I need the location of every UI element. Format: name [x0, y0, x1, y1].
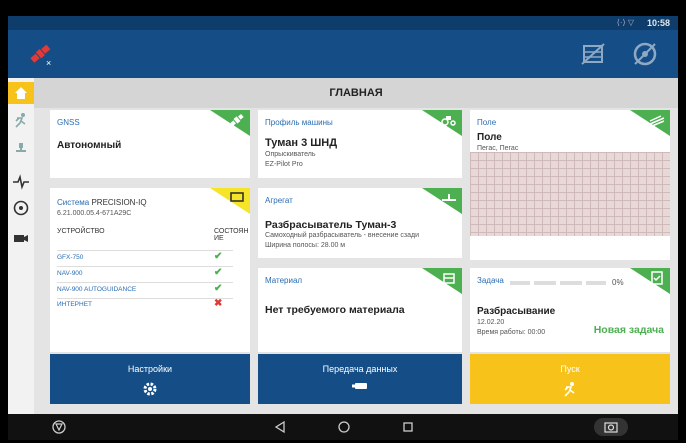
machine-name: Туман 3 ШНД [265, 137, 338, 149]
sidebar [8, 78, 34, 414]
implement-card[interactable]: Агрегат Разбрасыватель Туман-3 Самоходны… [258, 188, 462, 258]
settings-button[interactable]: Настройки [50, 354, 250, 404]
start-button[interactable]: Пуск [470, 354, 670, 404]
status-clock: 10:58 [646, 18, 670, 28]
sidebar-item-home[interactable] [8, 82, 34, 104]
back-icon[interactable] [274, 420, 286, 439]
page-title: ГЛАВНАЯ [34, 78, 678, 108]
system-title: Система [57, 198, 90, 207]
implement-width: Ширина полосы: 28.00 м [265, 242, 346, 249]
task-card[interactable]: Задача 0% Разбрасывание 12.02.20 Время р… [470, 268, 670, 352]
new-task-link[interactable]: Новая задача [594, 324, 664, 336]
field-disabled-icon[interactable] [580, 42, 606, 71]
gnss-status: Автономный [57, 140, 122, 151]
device-name[interactable]: NAV-900 [57, 270, 83, 277]
device-name[interactable]: NAV-900 AUTOGUIDANCE [57, 286, 136, 293]
machine-profile-card[interactable]: Профиль машины Туман 3 ШНД Опрыскиватель… [258, 110, 462, 178]
field-icon [649, 113, 665, 132]
task-progress-label: 0% [612, 278, 624, 287]
pulse-icon [13, 174, 29, 190]
device-name[interactable]: ИНТЕРНЕТ [57, 301, 92, 308]
task-work-time: Время работы: 00:00 [477, 329, 546, 336]
task-name: Разбрасывание [477, 306, 556, 317]
task-card-title: Задача [477, 276, 504, 285]
satellite-disconnected-icon[interactable]: × [26, 40, 56, 73]
divider [57, 298, 233, 299]
divider [57, 266, 233, 267]
col-device-header: УСТРОЙСТВО [57, 228, 105, 235]
task-progress-segment [510, 281, 530, 285]
implement-icon [441, 191, 457, 210]
device-state-ok-icon: ✔ [214, 283, 223, 294]
android-nav-bar [8, 414, 678, 440]
signal-indicator: ⟨·⟩ ▽ [616, 18, 634, 27]
field-card-title: Поле [477, 118, 497, 127]
usb-drive-icon [351, 381, 369, 393]
system-model: PRECISION-IQ [91, 198, 147, 207]
col-state-header: СОСТОЯН ИЕ [214, 228, 249, 242]
sidebar-item-gnss[interactable] [13, 140, 29, 156]
field-card[interactable]: Поле Поле Пегас, Пегас [470, 110, 670, 260]
gnss-card-title: GNSS [57, 118, 80, 127]
monitor-icon [229, 191, 245, 210]
sidebar-item-diagnostics[interactable] [13, 174, 29, 190]
sidebar-item-autosteer[interactable] [13, 200, 29, 216]
field-name: Поле [477, 132, 502, 143]
device-state-ok-icon: ✔ [214, 251, 223, 262]
gnss-card[interactable]: GNSS Автономный [50, 110, 250, 178]
satellite-icon [229, 113, 245, 132]
material-name: Нет требуемого материала [265, 304, 405, 316]
col-state-header-line1: СОСТОЯН [214, 228, 249, 235]
material-card-title: Материал [265, 276, 303, 285]
video-camera-icon [14, 235, 28, 242]
running-man-icon [562, 381, 578, 399]
system-card-title: Система PRECISION-IQ [57, 198, 147, 207]
home-icon [15, 87, 27, 99]
device-state-ok-icon: ✔ [214, 267, 223, 278]
material-icon [441, 271, 457, 290]
machine-guidance: EZ-Pilot Pro [265, 161, 303, 168]
task-progress-segment [586, 281, 606, 285]
autosteer-icon [13, 200, 29, 216]
sidebar-item-camera[interactable] [13, 230, 29, 246]
data-transfer-button[interactable]: Передача данных [258, 354, 462, 404]
col-state-header-line2: ИЕ [214, 235, 224, 242]
implement-type: Самоходный разбрасыватель - внесение сза… [265, 232, 420, 239]
machine-type: Опрыскиватель [265, 151, 316, 158]
divider [57, 250, 233, 251]
device-name[interactable]: GFX-750 [57, 254, 83, 261]
system-version: 6.21.000.05.4-671A29C [57, 210, 132, 217]
divider [57, 282, 233, 283]
tablet-screen: ⟨·⟩ ▽ 10:58 × ГЛАВНАЯ GNSS Автономный Си… [8, 16, 678, 440]
start-button-label: Пуск [560, 364, 580, 374]
settings-button-label: Настройки [127, 364, 173, 374]
material-card[interactable]: Материал Нет требуемого материала [258, 268, 462, 352]
sidebar-item-guidance[interactable] [13, 112, 29, 128]
steering-disabled-icon[interactable] [632, 41, 658, 72]
recents-icon[interactable] [402, 420, 414, 438]
trimble-logo-icon[interactable] [52, 420, 66, 439]
task-date: 12.02.20 [477, 319, 505, 326]
implement-card-title: Агрегат [265, 196, 293, 205]
field-map-grid [470, 152, 670, 236]
task-progress-segment [534, 281, 556, 285]
running-man-icon [15, 113, 26, 128]
app-bar: × [8, 30, 678, 78]
gnss-antenna-icon [16, 143, 26, 152]
system-card[interactable]: Система PRECISION-IQ 6.21.000.05.4-671A2… [50, 188, 250, 352]
data-transfer-button-label: Передача данных [322, 364, 398, 374]
home-nav-icon[interactable] [337, 420, 351, 439]
implement-name: Разбрасыватель Туман-3 [265, 219, 397, 231]
svg-text:×: × [46, 58, 51, 68]
clipboard-check-icon [649, 271, 665, 290]
gear-icon [142, 381, 158, 399]
status-bar: ⟨·⟩ ▽ 10:58 [8, 16, 678, 30]
task-progress-segment [560, 281, 582, 285]
machine-card-title: Профиль машины [265, 118, 333, 127]
field-client: Пегас, Пегас [477, 145, 519, 152]
screenshot-camera-icon[interactable] [594, 418, 628, 440]
tractor-icon [441, 113, 457, 132]
device-state-error-icon: ✖ [214, 298, 223, 309]
